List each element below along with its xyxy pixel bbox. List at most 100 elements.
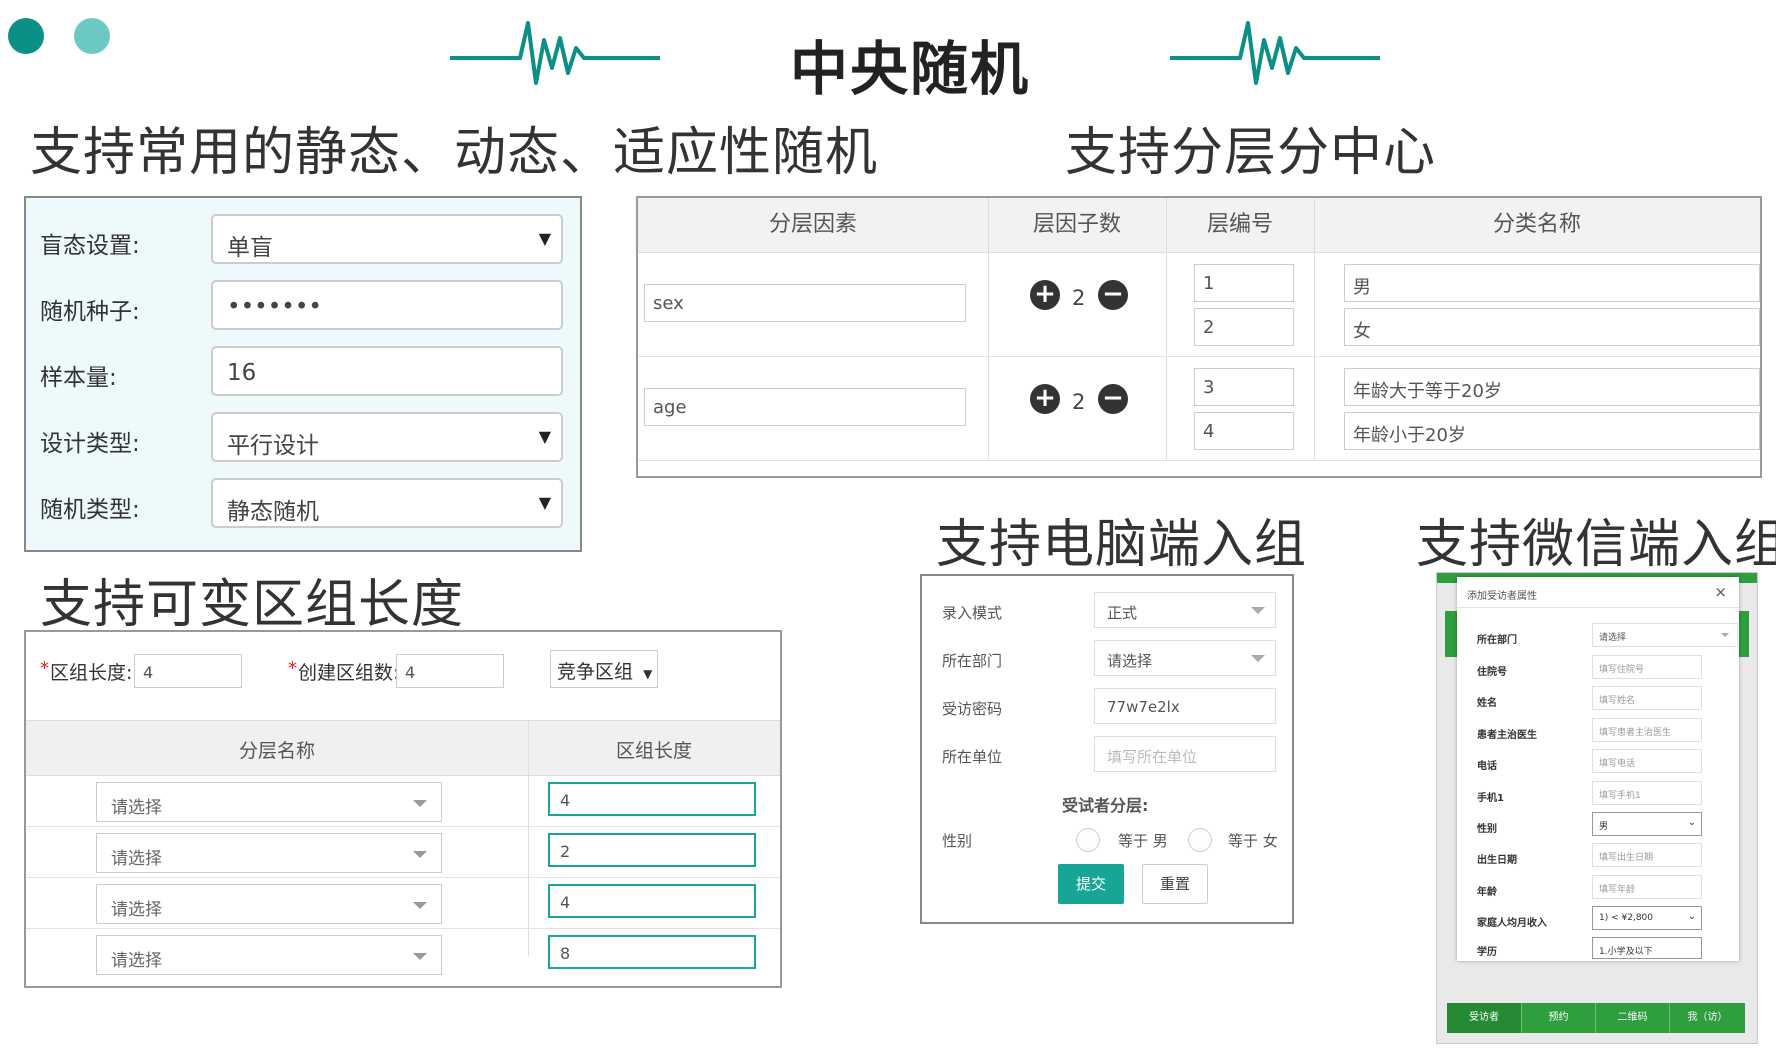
- random-type-select[interactable]: 静态随机 ▼: [211, 478, 563, 528]
- chevron-down-icon: ▼: [538, 493, 551, 512]
- layer-name-select[interactable]: 请选择: [96, 935, 442, 975]
- hospital-id-input[interactable]: 填写住院号: [1592, 655, 1702, 679]
- class-name-input[interactable]: 男: [1344, 264, 1760, 302]
- modal-title: 添加受访者属性: [1467, 591, 1537, 602]
- heartbeat-right-icon: [1170, 21, 1380, 85]
- decor-dot-dark: [8, 18, 44, 54]
- password-input[interactable]: 77w7e2lx: [1094, 688, 1276, 724]
- plus-icon[interactable]: +: [1030, 280, 1060, 310]
- wechat-screen: 添加受访者属性 × 所在部门 请选择 住院号 填写住院号 姓名 填写姓名 患者主…: [1436, 572, 1758, 1044]
- factor-input[interactable]: age: [644, 388, 966, 426]
- gender-select[interactable]: 男 ⌄: [1592, 812, 1702, 836]
- design-type-select[interactable]: 平行设计 ▼: [211, 412, 563, 462]
- plus-icon[interactable]: +: [1030, 384, 1060, 414]
- chevron-down-icon: ▼: [643, 667, 653, 681]
- field-label: 住院号: [1477, 667, 1507, 678]
- add-attributes-modal: 添加受访者属性 × 所在部门 请选择 住院号 填写住院号 姓名 填写姓名 患者主…: [1457, 577, 1739, 961]
- tab-respondent[interactable]: 受访者: [1447, 1003, 1521, 1033]
- department-value: 请选择: [1107, 652, 1153, 670]
- side-bar-right: [1739, 611, 1749, 657]
- gender-value: 男: [1599, 822, 1609, 832]
- random-seed-input[interactable]: •••••••: [211, 280, 563, 330]
- col-header-class-name: 分类名称: [1314, 198, 1760, 253]
- random-type-label: 随机类型:: [40, 497, 140, 523]
- department-label: 所在部门: [942, 652, 1003, 670]
- layer-code-input[interactable]: 2: [1194, 308, 1294, 346]
- blind-setting-select[interactable]: 单盲 ▼: [211, 214, 563, 264]
- sample-size-label: 样本量:: [40, 365, 117, 391]
- tab-appointment[interactable]: 预约: [1521, 1003, 1595, 1033]
- heading-stratified: 支持分层分中心: [1065, 123, 1437, 183]
- layer-code-input[interactable]: 1: [1194, 264, 1294, 302]
- radio-female[interactable]: [1188, 828, 1212, 852]
- layer-name-select[interactable]: 请选择: [96, 782, 442, 822]
- reset-button[interactable]: 重置: [1142, 864, 1208, 904]
- factor-input[interactable]: sex: [644, 284, 966, 322]
- strata-title: 受试者分层:: [1062, 796, 1149, 815]
- minus-icon[interactable]: −: [1098, 384, 1128, 414]
- minus-icon[interactable]: −: [1098, 280, 1128, 310]
- field-label: 所在部门: [1477, 635, 1517, 646]
- layer-code-input[interactable]: 4: [1194, 412, 1294, 450]
- chevron-down-icon: ▼: [538, 427, 551, 446]
- heading-wechat-enroll: 支持微信端入组: [1416, 515, 1776, 575]
- tab-me[interactable]: 我（访）: [1669, 1003, 1745, 1033]
- factor-count: 2: [1072, 390, 1086, 414]
- field-label: 姓名: [1477, 698, 1497, 709]
- class-name-input[interactable]: 年龄大于等于20岁: [1344, 368, 1760, 406]
- phone-input[interactable]: 填写电话: [1592, 749, 1702, 773]
- blind-setting-value: 单盲: [227, 235, 273, 261]
- factor-count: 2: [1072, 286, 1086, 310]
- name-input[interactable]: 填写姓名: [1592, 686, 1702, 710]
- block-size-input[interactable]: 8: [548, 935, 756, 969]
- sample-size-input[interactable]: 16: [211, 346, 563, 396]
- department-select[interactable]: 请选择: [1592, 623, 1738, 647]
- col-header-factor-count: 层因子数: [988, 198, 1166, 253]
- col-header-factor: 分层因素: [638, 198, 988, 253]
- education-value: 1.小学及以下: [1599, 947, 1653, 957]
- side-bar-left: [1445, 611, 1457, 657]
- unit-label: 所在单位: [942, 748, 1003, 766]
- close-icon[interactable]: ×: [1714, 583, 1727, 601]
- class-name-input[interactable]: 女: [1344, 308, 1760, 346]
- layer-name-select[interactable]: 请选择: [96, 884, 442, 924]
- entry-mode-select[interactable]: 正式: [1094, 592, 1276, 628]
- department-select[interactable]: 请选择: [1094, 640, 1276, 676]
- education-select[interactable]: 1.小学及以下: [1592, 937, 1702, 959]
- block-size-input[interactable]: 4: [548, 884, 756, 918]
- gender-label: 性别: [942, 832, 973, 850]
- department-value: 请选择: [1599, 633, 1627, 643]
- random-type-value: 静态随机: [227, 499, 319, 525]
- block-size-input[interactable]: 2: [548, 833, 756, 867]
- divider: [528, 720, 529, 956]
- col-header-layer-name: 分层名称: [238, 740, 315, 762]
- block-count-input[interactable]: 4: [396, 654, 504, 688]
- strata-table: 分层因素 层因子数 层编号 分类名称 sex + 2 − 1 2 男 女 age…: [636, 196, 1762, 478]
- mobile-input[interactable]: 填写手机1: [1592, 781, 1702, 805]
- layer-name-value: 请选择: [111, 798, 162, 818]
- birthdate-input[interactable]: 填写出生日期: [1592, 843, 1702, 867]
- required-mark: *: [288, 658, 297, 679]
- layer-code-input[interactable]: 3: [1194, 368, 1294, 406]
- layer-name-value: 请选择: [111, 849, 162, 869]
- income-value: 1) < ¥2,800: [1599, 913, 1653, 923]
- random-seed-value: •••••••: [227, 294, 322, 320]
- divider: [26, 877, 780, 878]
- divider: [638, 356, 1760, 357]
- age-input[interactable]: 填写年龄: [1592, 875, 1702, 899]
- submit-button[interactable]: 提交: [1058, 864, 1124, 904]
- income-select[interactable]: 1) < ¥2,800 ⌄: [1592, 906, 1702, 930]
- layer-name-select[interactable]: 请选择: [96, 833, 442, 873]
- class-name-input[interactable]: 年龄小于20岁: [1344, 412, 1760, 450]
- block-size-input[interactable]: 4: [548, 782, 756, 816]
- block-length-input[interactable]: 4: [134, 654, 242, 688]
- radio-male-label: 等于 男: [1118, 832, 1168, 850]
- block-type-select[interactable]: 竞争区组 ▼: [550, 650, 658, 688]
- unit-input[interactable]: 填写所在单位: [1094, 736, 1276, 772]
- block-length-form: * 区组长度: 4 * 创建区组数: 4 竞争区组 ▼ 分层名称 区组长度 请选…: [24, 630, 782, 988]
- tab-qrcode[interactable]: 二维码: [1595, 1003, 1669, 1033]
- doctor-input[interactable]: 填写患者主治医生: [1592, 718, 1702, 742]
- radio-male[interactable]: [1076, 828, 1100, 852]
- radio-female-label: 等于 女: [1228, 832, 1278, 850]
- field-label: 电话: [1477, 761, 1497, 772]
